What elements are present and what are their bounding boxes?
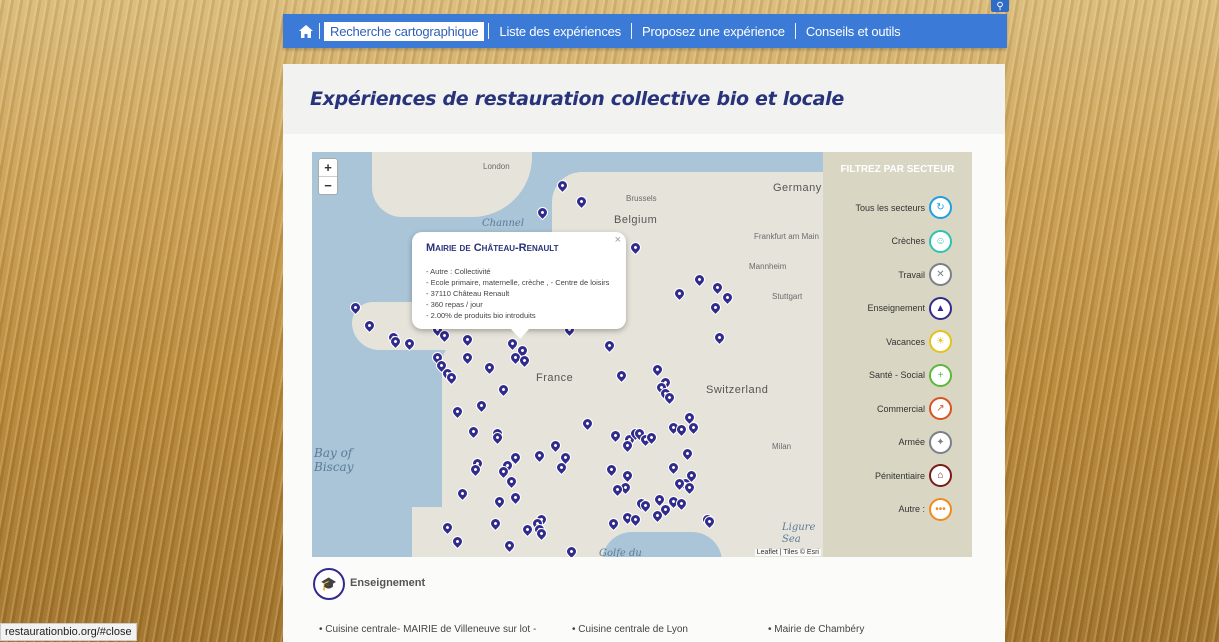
nav-recherche-cartographique[interactable]: Recherche cartographique (324, 21, 485, 41)
prison-icon[interactable]: ⌂ (929, 464, 952, 487)
filter-beach[interactable]: Vacances ☀ (886, 330, 952, 353)
beach-icon[interactable]: ☀ (929, 330, 952, 353)
filter-label: Crèches (891, 236, 925, 246)
zoom-in-button[interactable]: + (319, 159, 337, 177)
map-label-germany: Germany (773, 182, 822, 194)
filter-heading: FILTREZ PAR SECTEUR (840, 164, 955, 175)
search-icon[interactable]: ⚲ (991, 0, 1009, 12)
map-label-switzerland: Switzerland (706, 384, 769, 396)
map-label-milan: Milan (772, 442, 792, 451)
sector-filter-panel: FILTREZ PAR SECTEUR Tous les secteurs ↻ Cr… (823, 152, 972, 557)
filter-more[interactable]: Autre : ••• (898, 497, 952, 521)
filter-chart[interactable]: Commercial ↗ (877, 397, 952, 420)
map-label-london: London (483, 162, 510, 171)
medical-icon[interactable]: + (929, 363, 952, 387)
list-item[interactable]: • Cuisine centrale de Lyon (572, 624, 688, 635)
map-popup: × Mairie de Château-Renault - Autre : Co… (412, 232, 626, 329)
nav-separator (630, 23, 632, 39)
zoom-control: + − (318, 158, 338, 195)
nav-liste-experiences[interactable]: Liste des expériences (493, 22, 627, 41)
filter-graduation-cap[interactable]: Enseignement ▲ (867, 296, 952, 320)
status-bar-url: restaurationbio.org/#close (0, 623, 137, 641)
graduation-cap-icon[interactable]: ▲ (929, 296, 952, 320)
soldier-icon[interactable]: ✦ (929, 430, 952, 454)
filter-label: Autre : (898, 504, 925, 514)
filter-stroller[interactable]: Crèches ☺ (891, 229, 952, 253)
filter-label: Commercial (876, 403, 925, 414)
map-label-ligure: Ligure (782, 522, 816, 533)
experiences-map[interactable]: London Brussels Belgium Germany Frankfur… (312, 152, 823, 557)
popup-line: - Ecole primaire, maternelle, crèche , -… (426, 278, 610, 287)
refresh-icon[interactable]: ↻ (929, 196, 952, 219)
map-label-biscay: Biscay (314, 460, 354, 474)
map-label-frankfurt: Frankfurt am Main (754, 232, 819, 241)
filter-prison[interactable]: Pénitentiaire ⌂ (875, 464, 952, 487)
more-icon[interactable]: ••• (929, 497, 952, 521)
map-attribution[interactable]: Leaflet | Tiles © Esri (754, 549, 821, 556)
filter-label: Enseignement (867, 303, 925, 313)
popup-line: - 360 repas / jour (426, 300, 483, 309)
filter-refresh[interactable]: Tous les secteurs ↻ (855, 196, 952, 219)
filter-soldier[interactable]: Armée ✦ (898, 430, 952, 454)
filter-label: Vacances (886, 336, 925, 347)
nav-conseils-outils[interactable]: Conseils et outils (800, 22, 907, 41)
popup-line: - 2.00% de produits bio introduits (426, 311, 536, 320)
popup-details: - Autre : Collectivité - Ecole primaire,… (426, 266, 609, 321)
list-item[interactable]: • Mairie de Chambéry (768, 624, 864, 635)
map-label-mannheim: Mannheim (749, 262, 787, 271)
list-item-label: Cuisine centrale- MAIRIE de Villeneuve s… (325, 624, 537, 635)
map-label-bay: Bay of (314, 446, 353, 460)
map-label-belgium: Belgium (614, 214, 658, 226)
map-label-stuttgart: Stuttgart (772, 292, 803, 301)
nav-proposez-experience[interactable]: Proposez une expérience (636, 22, 791, 41)
zoom-out-button[interactable]: − (319, 177, 337, 194)
map-label-sea: Sea (782, 534, 801, 545)
map-label-france: France (536, 372, 574, 384)
main-navigation: Recherche cartographique Liste des expér… (283, 14, 1007, 48)
filter-label: Pénitentiaire (874, 470, 925, 481)
map-label-brussels: Brussels (626, 194, 657, 203)
stroller-icon[interactable]: ☺ (929, 229, 952, 253)
nav-separator (319, 23, 320, 39)
popup-line: - 37110 Château Renault (426, 289, 510, 298)
tools-icon[interactable]: ✕ (929, 263, 952, 286)
page-title: Expériences de restauration collective b… (310, 88, 844, 110)
popup-tip (511, 329, 529, 339)
filter-medical[interactable]: Santé - Social + (868, 363, 952, 387)
filter-tools[interactable]: Travail ✕ (898, 263, 952, 286)
filter-label: Santé - Social (868, 370, 925, 380)
popup-title: Mairie de Château-Renault (426, 242, 559, 254)
popup-line: - Autre : Collectivité (426, 267, 491, 276)
nav-separator (794, 23, 796, 39)
popup-close-button[interactable]: × (615, 234, 621, 246)
list-item-label: Cuisine centrale de Lyon (578, 624, 688, 635)
filter-label: Travail (898, 269, 925, 280)
list-item-label: Mairie de Chambéry (774, 624, 865, 635)
map-marker[interactable] (534, 204, 551, 221)
filter-label: Armée (898, 437, 925, 447)
section-title: Enseignement (350, 577, 426, 589)
filter-label: Tous les secteurs (855, 202, 925, 213)
list-item[interactable]: • Cuisine centrale- MAIRIE de Villeneuve… (319, 624, 536, 635)
home-icon[interactable] (293, 14, 319, 48)
map-label-golfe: Golfe du (599, 548, 642, 557)
nav-separator (488, 23, 490, 39)
map-label-channel: Channel (482, 218, 525, 229)
chart-icon[interactable]: ↗ (929, 397, 952, 420)
graduation-cap-icon: 🎓 (313, 568, 345, 600)
